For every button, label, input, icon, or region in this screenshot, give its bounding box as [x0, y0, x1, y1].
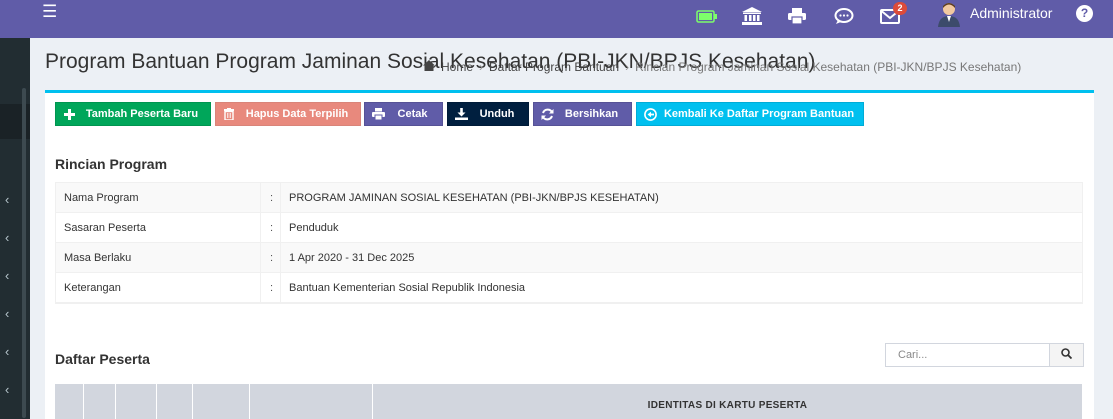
search-input[interactable] — [885, 343, 1050, 367]
search-button[interactable] — [1050, 343, 1084, 367]
search-group — [885, 343, 1084, 367]
print-button[interactable]: Cetak — [364, 102, 443, 126]
breadcrumb-separator: › — [479, 60, 484, 74]
detail-separator: : — [260, 272, 280, 303]
printer-icon[interactable] — [785, 6, 809, 26]
details-row: Masa Berlaku : 1 Apr 2020 - 31 Dec 2025 — [56, 242, 1082, 273]
detail-value: Penduduk — [280, 212, 1082, 243]
detail-key: Masa Berlaku — [64, 251, 132, 264]
table-header-cell[interactable] — [157, 384, 193, 419]
trash-icon — [216, 108, 242, 120]
detail-key: Nama Program — [64, 191, 139, 204]
refresh-icon — [534, 108, 560, 121]
clear-button[interactable]: Bersihkan — [533, 102, 632, 126]
sidebar-chevron-icon[interactable]: ‹ — [5, 231, 9, 244]
sidebar-scrollbar[interactable] — [22, 88, 26, 418]
details-title: Rincian Program — [55, 156, 168, 172]
printer-icon — [365, 108, 391, 120]
search-icon — [1061, 346, 1073, 364]
details-row: Sasaran Peserta : Penduduk — [56, 212, 1082, 243]
home-icon[interactable] — [423, 60, 435, 74]
details-row: Nama Program : PROGRAM JAMINAN SOSIAL KE… — [56, 182, 1082, 213]
table-header-cell[interactable] — [84, 384, 116, 419]
add-participant-button[interactable]: Tambah Peserta Baru — [55, 102, 211, 126]
detail-separator: : — [260, 182, 280, 213]
user-name[interactable]: Administrator — [970, 5, 1052, 21]
detail-key: Keterangan — [64, 281, 121, 294]
details-table: Nama Program : PROGRAM JAMINAN SOSIAL KE… — [55, 182, 1083, 304]
sidebar: ‹ ‹ ‹ ‹ ‹ ‹ — [0, 38, 30, 419]
plus-icon — [56, 108, 82, 120]
detail-value: Bantuan Kementerian Sosial Republik Indo… — [280, 272, 1082, 303]
chat-icon[interactable] — [832, 6, 856, 26]
sidebar-chevron-icon[interactable]: ‹ — [5, 345, 9, 358]
breadcrumb: Home › Daftar Program Bantuan › Rincian … — [423, 60, 1021, 74]
download-icon — [448, 108, 474, 120]
table-header-cell[interactable] — [193, 384, 250, 419]
detail-value: PROGRAM JAMINAN SOSIAL KESEHATAN (PBI-JK… — [280, 182, 1082, 213]
bank-icon[interactable] — [740, 6, 764, 26]
participants-table-header: IDENTITAS DI KARTU PESERTA — [55, 384, 1083, 419]
breadcrumb-separator: › — [625, 60, 630, 74]
identity-group-header: IDENTITAS DI KARTU PESERTA — [373, 384, 1083, 419]
hamburger-icon[interactable]: ☰ — [42, 3, 57, 20]
detail-key: Sasaran Peserta — [64, 221, 146, 234]
detail-separator: : — [260, 242, 280, 273]
detail-separator: : — [260, 212, 280, 243]
help-icon[interactable]: ? — [1076, 5, 1093, 22]
detail-value: 1 Apr 2020 - 31 Dec 2025 — [280, 242, 1082, 273]
top-navbar: ☰ 2 Administrator ? — [0, 0, 1113, 38]
breadcrumb-current: Rincian Program Jaminan Sosial Kesehatan… — [635, 60, 1022, 74]
mail-count-badge: 2 — [893, 2, 907, 15]
battery-icon[interactable] — [695, 6, 719, 26]
participants-title: Daftar Peserta — [55, 351, 150, 367]
delete-selected-button[interactable]: Hapus Data Terpilih — [215, 102, 361, 126]
sidebar-chevron-icon[interactable]: ‹ — [5, 307, 9, 320]
download-button[interactable]: Unduh — [447, 102, 529, 126]
avatar[interactable] — [936, 1, 962, 27]
breadcrumb-home[interactable]: Home — [441, 60, 473, 74]
sidebar-chevron-icon[interactable]: ‹ — [5, 193, 9, 206]
arrow-circle-left-icon — [637, 107, 663, 121]
back-to-list-button[interactable]: Kembali Ke Daftar Program Bantuan — [636, 102, 864, 126]
sidebar-chevron-icon[interactable]: ‹ — [5, 269, 9, 282]
details-row: Keterangan : Bantuan Kementerian Sosial … — [56, 272, 1082, 303]
breadcrumb-list[interactable]: Daftar Program Bantuan — [489, 60, 619, 74]
sidebar-chevron-icon[interactable]: ‹ — [5, 383, 9, 396]
table-header-cell[interactable] — [116, 384, 157, 419]
table-header-cell[interactable] — [250, 384, 373, 419]
table-header-cell[interactable] — [55, 384, 84, 419]
